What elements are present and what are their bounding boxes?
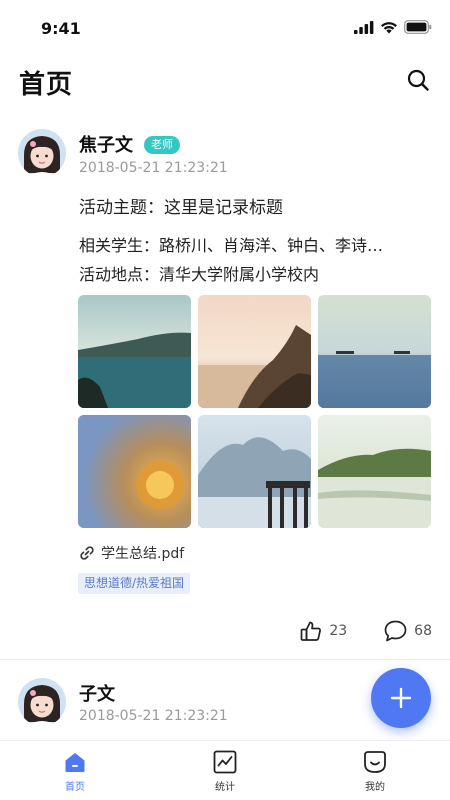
tab-bar: 首页 统计 我的: [0, 740, 450, 800]
tab-label: 统计: [215, 782, 235, 793]
post-time: 2018-05-21 21:23:21: [79, 708, 228, 724]
status-icons: [354, 20, 432, 34]
tab-statistics[interactable]: 统计: [185, 750, 265, 798]
attachment-name[interactable]: 学生总结.pdf: [101, 543, 184, 563]
comment-button[interactable]: 68: [383, 619, 432, 643]
photo-grid: [78, 295, 432, 528]
status-time: 9:41: [41, 19, 81, 38]
post-location: 活动地点：清华大学附属小学校内: [79, 265, 320, 284]
category-tag[interactable]: 思想道德/热爱祖国: [78, 573, 191, 594]
like-button[interactable]: 23: [299, 619, 347, 643]
plus-icon: [390, 687, 412, 709]
search-button[interactable]: [406, 68, 430, 92]
like-count: 23: [329, 623, 348, 639]
author-name[interactable]: 子文: [79, 680, 115, 706]
smile-icon: [364, 751, 386, 773]
battery-icon: [404, 20, 432, 34]
post-subject: 活动主题：这里是记录标题: [79, 198, 283, 218]
thumbs-up-icon: [300, 621, 322, 641]
tab-home[interactable]: 首页: [35, 750, 115, 798]
header: 首页: [0, 56, 450, 108]
post-actions: 23 68: [299, 619, 432, 643]
status-bar: 9:41: [0, 0, 450, 56]
avatar[interactable]: [18, 129, 66, 177]
photo-thumbnail[interactable]: [318, 295, 431, 408]
post-students: 相关学生：路桥川、肖海洋、钟白、李诗…: [79, 236, 384, 255]
link-icon: [80, 546, 94, 560]
add-record-button[interactable]: [371, 668, 431, 728]
attachment-link[interactable]: 学生总结.pdf: [79, 543, 184, 563]
photo-thumbnail[interactable]: [318, 415, 431, 528]
chart-icon: [213, 750, 237, 774]
comment-icon: [384, 620, 407, 642]
home-icon: [65, 753, 85, 772]
tab-label: 首页: [65, 782, 85, 793]
post-divider: [0, 659, 450, 660]
page-title: 首页: [19, 70, 74, 100]
photo-thumbnail[interactable]: [198, 295, 311, 408]
tab-profile[interactable]: 我的: [335, 750, 415, 798]
comment-count: 68: [414, 623, 432, 639]
signal-icon: [354, 20, 374, 34]
photo-thumbnail[interactable]: [78, 295, 191, 408]
post-card[interactable]: 焦子文 老师 2018-05-21 21:23:21 活动主题：这里是记录标题 …: [0, 125, 450, 660]
avatar[interactable]: [18, 678, 66, 726]
role-badge: 老师: [144, 136, 180, 154]
photo-thumbnail[interactable]: [78, 415, 191, 528]
tab-label: 我的: [365, 782, 385, 793]
search-icon: [407, 69, 429, 91]
author-name[interactable]: 焦子文: [79, 131, 133, 157]
wifi-icon: [381, 21, 397, 33]
post-time: 2018-05-21 21:23:21: [79, 160, 228, 176]
photo-thumbnail[interactable]: [198, 415, 311, 528]
